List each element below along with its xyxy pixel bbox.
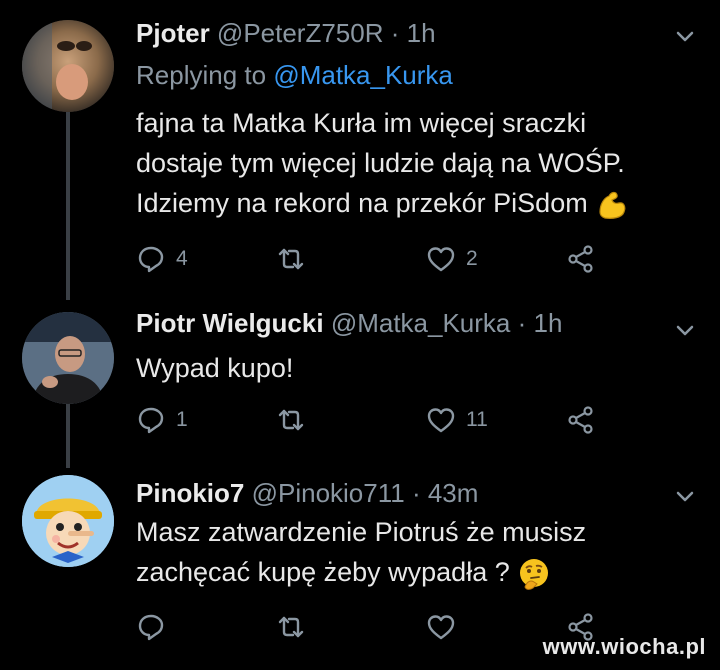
- replying-to-label: Replying to: [136, 60, 274, 90]
- replying-to-handle[interactable]: @Matka_Kurka: [273, 60, 453, 90]
- tweet-pjoter[interactable]: Pjoter @PeterZ750R · 1h Replying to @Mat…: [0, 0, 720, 290]
- heart-icon: [427, 408, 455, 433]
- retweet-icon: [278, 616, 304, 638]
- share-button[interactable]: [566, 243, 596, 275]
- flexed-biceps-emoji: [599, 191, 626, 219]
- share-icon: [568, 245, 593, 273]
- tweet-header: Piotr Wielgucki @Matka_Kurka · 1h: [136, 308, 562, 339]
- avatar[interactable]: [22, 20, 114, 112]
- reply-count: 1: [176, 408, 188, 431]
- reply-count: 4: [176, 247, 188, 270]
- tweet-piotr-wielgucki[interactable]: Piotr Wielgucki @Matka_Kurka · 1h Wypad …: [0, 290, 720, 460]
- tweet-text: Masz zatwardzenie Piotruś że musisz zach…: [136, 512, 586, 592]
- retweet-button[interactable]: [276, 404, 316, 436]
- share-button[interactable]: [566, 404, 596, 436]
- timestamp[interactable]: · 1h: [518, 308, 563, 338]
- avatar[interactable]: [22, 475, 114, 567]
- share-icon: [568, 406, 593, 434]
- tweet-actions: 1 11: [136, 404, 616, 436]
- reply-icon: [138, 614, 164, 641]
- avatar-image: [22, 475, 114, 567]
- chevron-down-icon[interactable]: [672, 26, 698, 46]
- like-count: 2: [466, 247, 478, 270]
- user-handle[interactable]: @Pinokio711: [252, 478, 405, 508]
- replying-to: Replying to @Matka_Kurka: [136, 60, 453, 91]
- timestamp[interactable]: · 43m: [412, 478, 478, 508]
- retweet-icon: [278, 409, 304, 431]
- thinking-face-emoji: [520, 558, 549, 590]
- reply-button[interactable]: 4: [136, 243, 188, 275]
- display-name[interactable]: Piotr Wielgucki: [136, 308, 324, 338]
- like-button[interactable]: 11: [426, 404, 488, 436]
- avatar-image: [22, 20, 114, 112]
- tweet-header: Pinokio7 @Pinokio711 · 43m: [136, 478, 478, 509]
- like-count: 11: [466, 408, 488, 431]
- retweet-button[interactable]: [276, 611, 316, 643]
- tweet-header: Pjoter @PeterZ750R · 1h: [136, 18, 436, 49]
- like-button[interactable]: [426, 611, 466, 643]
- like-button[interactable]: 2: [426, 243, 478, 275]
- user-handle[interactable]: @PeterZ750R: [217, 18, 384, 48]
- watermark: www.wiocha.pl: [542, 634, 706, 659]
- display-name[interactable]: Pinokio7: [136, 478, 244, 508]
- tweet-actions: 4 2: [136, 243, 616, 275]
- heart-icon: [427, 247, 455, 272]
- tweet-text-line: fajna ta Matka Kurła im więcej sraczki: [136, 108, 587, 138]
- reply-button[interactable]: 1: [136, 404, 188, 436]
- tweet-text-line: zachęcać kupę żeby wypadła ?: [136, 552, 586, 592]
- tweet-text: fajna ta Matka Kurła im więcej sraczki d…: [136, 103, 629, 223]
- heart-icon: [427, 615, 455, 640]
- chevron-down-icon[interactable]: [672, 320, 698, 340]
- user-handle[interactable]: @Matka_Kurka: [331, 308, 511, 338]
- avatar[interactable]: [22, 312, 114, 404]
- reply-icon: [138, 246, 164, 273]
- timestamp[interactable]: · 1h: [391, 18, 436, 48]
- chevron-down-icon[interactable]: [672, 486, 698, 506]
- tweet-text-line: Wypad kupo!: [136, 353, 294, 383]
- tweet-text: Wypad kupo!: [136, 348, 293, 388]
- retweet-button[interactable]: [276, 243, 316, 275]
- tweet-text-line: Masz zatwardzenie Piotruś że musisz: [136, 517, 587, 547]
- avatar-image: [22, 312, 114, 404]
- tweet-text-line: Idziemy na rekord na przekór PiSdom: [136, 183, 629, 223]
- retweet-icon: [278, 248, 304, 270]
- reply-button[interactable]: [136, 611, 176, 643]
- tweet-text-line: dostaje tym więcej ludzie dają na WOŚP.: [136, 148, 625, 178]
- display-name[interactable]: Pjoter: [136, 18, 210, 48]
- reply-icon: [138, 407, 164, 434]
